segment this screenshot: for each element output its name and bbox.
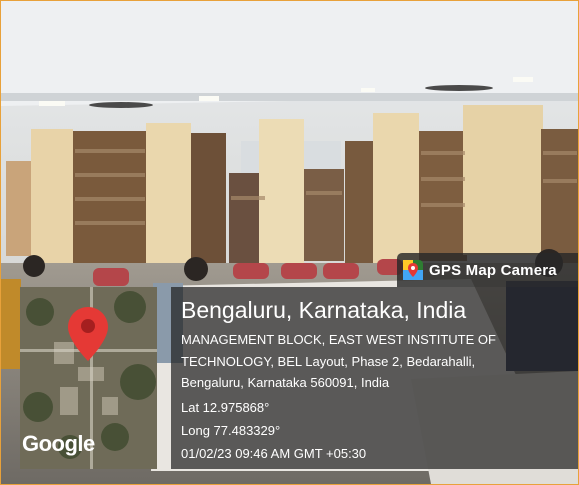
datetime-text: 01/02/23 09:46 AM GMT +05:30 (181, 446, 367, 461)
latitude-text: Lat 12.975868° (181, 400, 270, 415)
badge-label: GPS Map Camera (429, 261, 557, 279)
map-pin-app-icon (403, 260, 423, 280)
address-text: MANAGEMENT BLOCK, EAST WEST INSTITUTE OF… (181, 332, 496, 390)
location-pin-icon (68, 307, 108, 361)
photo-frame: Google GPS Map Camera Bengaluru, Karnata… (0, 0, 579, 485)
longitude-text: Long 77.483329° (181, 423, 281, 438)
google-logo: Google (22, 431, 95, 456)
city-title: Bengaluru, Karnataka, India (181, 297, 467, 323)
gps-map-camera-badge: GPS Map Camera (397, 253, 578, 287)
mini-map[interactable]: Google (20, 287, 157, 469)
